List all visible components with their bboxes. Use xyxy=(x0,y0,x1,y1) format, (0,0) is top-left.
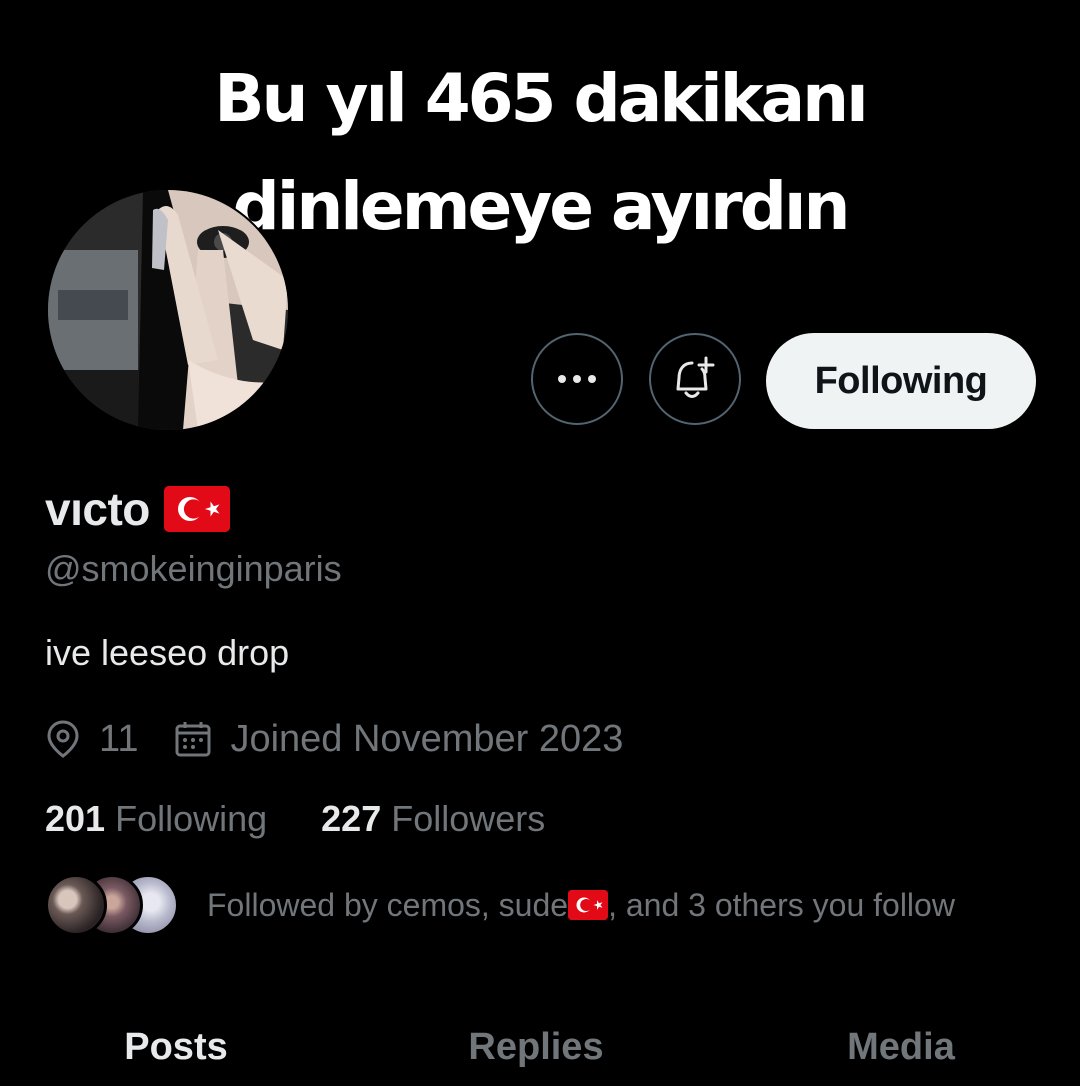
profile-stats: 201 Following 227 Followers xyxy=(45,798,545,840)
banner-text-line-1: Bu yıl 465 dakikanı xyxy=(214,60,869,137)
profile-location: 11 xyxy=(99,717,139,760)
followed-by-prefix: Followed by cemos, sude xyxy=(207,886,569,923)
followers-link[interactable]: 227 Followers xyxy=(321,798,545,840)
avatar-photo xyxy=(48,190,288,430)
location-icon xyxy=(47,720,79,758)
profile-bio: ive leeseo drop xyxy=(45,632,290,673)
tab-replies[interactable]: Replies xyxy=(386,1026,686,1069)
tab-posts[interactable]: Posts xyxy=(26,1026,326,1069)
profile-meta: 11 Joined November 2023 xyxy=(45,714,623,764)
name-row: vıcto xyxy=(45,482,230,536)
more-icon xyxy=(558,375,596,383)
avatar xyxy=(45,874,107,936)
mutual-followers-avatars xyxy=(45,874,179,936)
turkey-flag-icon xyxy=(568,890,609,920)
more-options-button[interactable] xyxy=(531,333,623,425)
profile-handle: @smokeinginparis xyxy=(45,548,342,589)
followed-by-text: Followed by cemos, sude , and 3 others y… xyxy=(207,887,955,924)
followed-by-row[interactable]: Followed by cemos, sude , and 3 others y… xyxy=(45,870,955,940)
tab-media[interactable]: Media xyxy=(751,1026,1051,1069)
calendar-icon xyxy=(175,722,211,757)
followers-label: Followers xyxy=(391,798,546,839)
bell-plus-icon xyxy=(676,356,715,398)
notification-button[interactable] xyxy=(649,333,741,425)
following-link[interactable]: 201 Following xyxy=(45,798,267,840)
profile-tabs: Posts Replies Media xyxy=(0,1026,1080,1086)
turkey-flag-icon xyxy=(163,486,230,532)
followed-by-suffix: , and 3 others you follow xyxy=(608,886,955,923)
profile-joined-date: Joined November 2023 xyxy=(230,717,624,760)
followers-count: 227 xyxy=(321,798,382,839)
following-count: 201 xyxy=(45,798,106,839)
profile-avatar[interactable] xyxy=(48,190,288,430)
display-name: vıcto xyxy=(45,483,150,535)
following-button[interactable]: Following xyxy=(766,333,1036,429)
following-label: Following xyxy=(115,798,268,839)
